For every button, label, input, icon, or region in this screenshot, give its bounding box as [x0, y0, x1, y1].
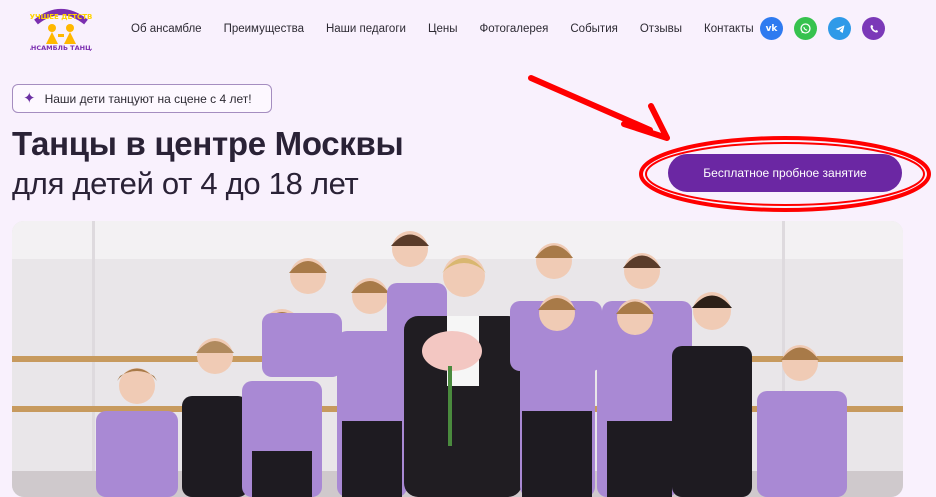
telegram-icon[interactable] — [828, 17, 851, 40]
hero-badge-text: Наши дети танцуют на сцене с 4 лет! — [44, 91, 252, 106]
vk-icon[interactable]: vk — [760, 17, 783, 40]
svg-text:АНСАМБЛЬ ТАНЦА: АНСАМБЛЬ ТАНЦА — [30, 44, 92, 52]
hero-photo — [12, 221, 903, 497]
ensemble-logo[interactable]: ЛУЧШЕЕ ДЕТСТВО АНСАМБЛЬ ТАНЦА — [30, 4, 92, 54]
whatsapp-icon[interactable] — [794, 17, 817, 40]
viber-icon[interactable] — [862, 17, 885, 40]
nav-events[interactable]: События — [570, 21, 617, 37]
hero-title: Танцы в центре Москвы — [12, 125, 404, 162]
hero-subtitle: для детей от 4 до 18 лет — [12, 166, 359, 201]
group-photo-illustration — [12, 221, 903, 497]
nav-contacts[interactable]: Контакты — [704, 21, 754, 37]
nav-reviews[interactable]: Отзывы — [640, 21, 682, 37]
free-trial-button[interactable]: Бесплатное пробное занятие — [668, 154, 902, 192]
social-links: vk — [760, 17, 885, 40]
svg-text:ЛУЧШЕЕ ДЕТСТВО: ЛУЧШЕЕ ДЕТСТВО — [30, 13, 92, 21]
sparkle-icon: ✦ — [23, 89, 36, 107]
nav-advantages[interactable]: Преимущества — [224, 21, 304, 37]
nav-teachers[interactable]: Наши педагоги — [326, 21, 406, 37]
nav-about[interactable]: Об ансамбле — [131, 21, 202, 37]
nav-prices[interactable]: Цены — [428, 21, 458, 37]
site-header: ЛУЧШЕЕ ДЕТСТВО АНСАМБЛЬ ТАНЦА Об ансамбл… — [0, 0, 936, 60]
nav-gallery[interactable]: Фотогалерея — [479, 21, 548, 37]
main-nav: Об ансамбле Преимущества Наши педагоги Ц… — [131, 21, 776, 37]
hero-badge: ✦ Наши дети танцуют на сцене с 4 лет! — [12, 84, 272, 113]
